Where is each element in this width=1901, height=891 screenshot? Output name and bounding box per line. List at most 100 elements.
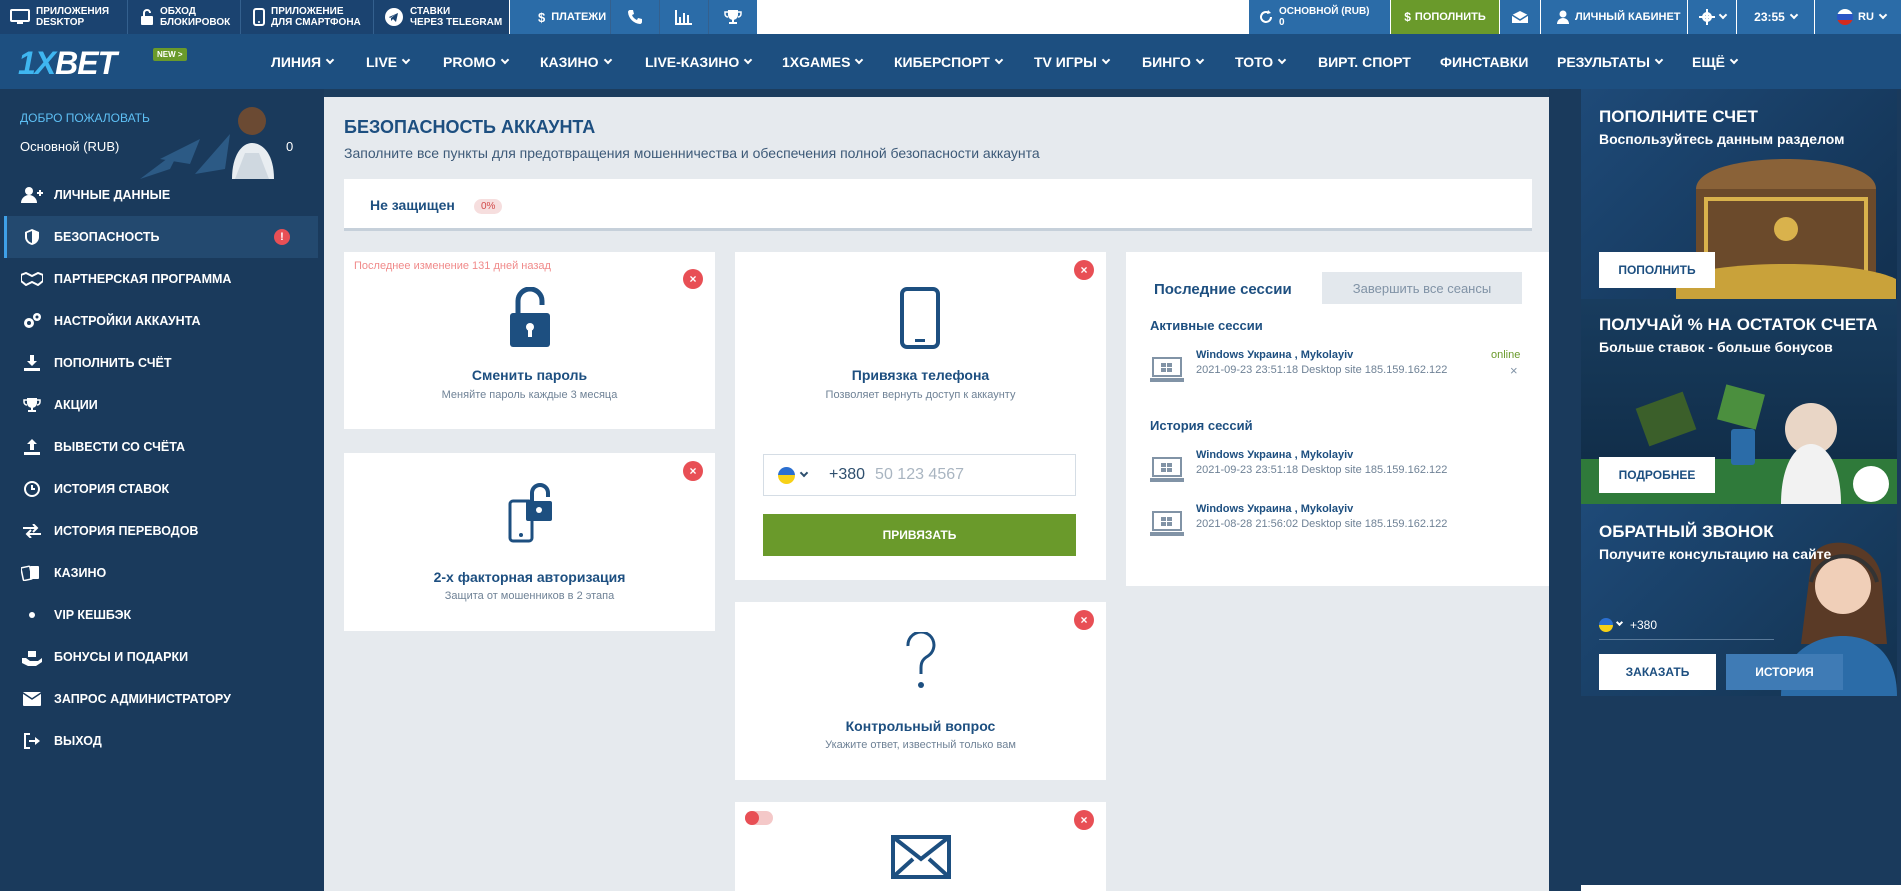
security-question-card[interactable]: × Контрольный вопрос Укажите ответ, изве…: [735, 602, 1106, 780]
telegram-icon: [385, 8, 403, 26]
nav-line[interactable]: ЛИНИЯ: [271, 34, 335, 89]
promo-deposit-subtitle: Воспользуйтесь данным разделом: [1599, 131, 1845, 147]
nav-toto[interactable]: ТОТО: [1235, 34, 1287, 89]
nav-bingo[interactable]: БИНГО: [1142, 34, 1205, 89]
smartphone-app-link[interactable]: ПРИЛОЖЕНИЕ ДЛЯ СМАРТФОНА: [241, 0, 373, 34]
handshake-icon: [20, 270, 44, 288]
close-icon[interactable]: ×: [1074, 260, 1094, 280]
security-question-subtitle: Укажите ответ, известный только вам: [825, 739, 1016, 751]
language-selector[interactable]: RU: [1815, 0, 1901, 34]
nav-esports[interactable]: КИБЕРСПОРТ: [894, 34, 1004, 89]
logo[interactable]: 1XBET: [18, 45, 117, 82]
sidebar-item-vip-cashback[interactable]: VIP КЕШБЭК: [4, 594, 318, 636]
sidebar-item-deposit[interactable]: ПОПОЛНИТЬ СЧЁТ: [4, 342, 318, 384]
promo-deposit-button[interactable]: ПОПОЛНИТЬ: [1599, 252, 1715, 288]
bypass-link[interactable]: ОБХОД БЛОКИРОВОК: [128, 0, 240, 34]
chevron-down-icon: [325, 55, 335, 64]
close-icon[interactable]: ×: [1074, 810, 1094, 830]
end-all-sessions-button[interactable]: Завершить все сеансы: [1322, 272, 1522, 304]
close-icon[interactable]: ×: [1074, 610, 1094, 630]
sidebar-item-bet-history[interactable]: ИСТОРИЯ СТАВОК: [4, 468, 318, 510]
personal-cabinet-button[interactable]: ЛИЧНЫЙ КАБИНЕТ: [1541, 0, 1687, 34]
callback-phone-code: +380: [1630, 617, 1658, 632]
messages-button[interactable]: [1500, 0, 1540, 34]
sidebar-item-transfer-history[interactable]: ИСТОРИЯ ПЕРЕВОДОВ: [4, 510, 318, 552]
gear-icon: [1698, 9, 1715, 25]
chevron-down-icon: [1878, 10, 1888, 20]
sidebar-item-label: НАСТРОЙКИ АККАУНТА: [54, 314, 201, 328]
sidebar-item-promotions[interactable]: АКЦИИ: [4, 384, 318, 426]
sidebar-item-casino[interactable]: КАЗИНО: [4, 552, 318, 594]
desktop-app-label-1: ПРИЛОЖЕНИЯ: [36, 6, 110, 17]
callback-subtitle: Получите консультацию на сайте: [1599, 546, 1832, 562]
sidebar-item-label: ПАРТНЕРСКАЯ ПРОГРАММА: [54, 272, 232, 286]
sidebar-menu: ЛИЧНЫЕ ДАННЫЕ БЕЗОПАСНОСТЬ ! ПАРТНЕРСКАЯ…: [4, 174, 318, 762]
nav-live-casino[interactable]: LIVE-КАЗИНО: [645, 34, 753, 89]
close-session-icon[interactable]: ×: [1510, 363, 1518, 378]
user-icon: [1557, 10, 1569, 24]
trophy-icon: [20, 396, 44, 414]
nav-casino[interactable]: КАЗИНО: [540, 34, 612, 89]
nav-label: КИБЕРСПОРТ: [894, 53, 990, 70]
phone-input-group: +380: [763, 454, 1076, 496]
ukraine-flag-icon: [1599, 617, 1613, 632]
callback-history-button[interactable]: ИСТОРИЯ: [1726, 654, 1843, 690]
stats-button[interactable]: [660, 0, 708, 34]
main-nav: 1XBET NEW > ЛИНИЯ LIVE PROMO КАЗИНО LIVE…: [0, 34, 1901, 89]
chevron-down-icon: [855, 55, 864, 64]
welcome-text: ДОБРО ПОЖАЛОВАТЬ: [20, 111, 150, 125]
email-card[interactable]: ×: [735, 802, 1106, 891]
chevron-down-icon: [1654, 55, 1664, 64]
bottom-strip: [1581, 885, 1901, 891]
nav-label: LIVE: [366, 53, 398, 70]
sidebar-item-bonuses[interactable]: БОНУСЫ И ПОДАРКИ: [4, 636, 318, 678]
telegram-link[interactable]: СТАВКИ ЧЕРЕЗ TELEGRAM: [374, 0, 509, 34]
phone-input[interactable]: [875, 466, 1056, 484]
ukraine-flag-icon[interactable]: [778, 466, 795, 484]
nav-promo[interactable]: PROMO: [443, 34, 510, 89]
promo-interest-button[interactable]: ПОДРОБНЕЕ: [1599, 457, 1715, 493]
order-callback-button[interactable]: ЗАКАЗАТЬ: [1599, 654, 1716, 690]
balance-label: ОСНОВНОЙ (RUB): [1279, 6, 1370, 17]
session-history-title: История сессий: [1150, 418, 1253, 433]
nav-more[interactable]: ЕЩЁ: [1692, 34, 1739, 89]
sidebar-item-account-settings[interactable]: НАСТРОЙКИ АККАУНТА: [4, 300, 318, 342]
sidebar-item-partner[interactable]: ПАРТНЕРСКАЯ ПРОГРАММА: [4, 258, 318, 300]
email-toggle[interactable]: [745, 811, 773, 825]
dot-icon: [20, 606, 44, 624]
sidebar-item-logout[interactable]: ВЫХОД: [4, 720, 318, 762]
close-icon[interactable]: ×: [683, 269, 703, 289]
bind-phone-button[interactable]: ПРИВЯЗАТЬ: [763, 514, 1076, 556]
two-factor-card[interactable]: × 2-х факторная авторизация Защита от мо…: [344, 453, 715, 631]
close-icon[interactable]: ×: [683, 461, 703, 481]
logo-1x: 1X: [18, 45, 56, 81]
sidebar-item-personal-data[interactable]: ЛИЧНЫЕ ДАННЫЕ: [4, 174, 318, 216]
two-factor-title: 2-х факторная авторизация: [433, 569, 626, 585]
sidebar-item-security[interactable]: БЕЗОПАСНОСТЬ !: [4, 216, 318, 258]
phone-button[interactable]: [611, 0, 659, 34]
balance-widget[interactable]: ОСНОВНОЙ (RUB) 0: [1249, 0, 1390, 34]
sidebar-item-label: ИСТОРИЯ ПЕРЕВОДОВ: [54, 524, 199, 538]
trophy-button[interactable]: [709, 0, 757, 34]
sidebar-item-withdraw[interactable]: ВЫВЕСТИ СО СЧЁТА: [4, 426, 318, 468]
sidebar-item-label: ВЫВЕСТИ СО СЧЁТА: [54, 440, 186, 454]
payments-button[interactable]: $ ПЛАТЕЖИ: [510, 0, 610, 34]
nav-results[interactable]: РЕЗУЛЬТАТЫ: [1557, 34, 1664, 89]
callback-phone-input[interactable]: +380: [1599, 610, 1774, 640]
chevron-down-icon: [1101, 55, 1111, 64]
time-display[interactable]: 23:55: [1737, 0, 1814, 34]
change-password-card[interactable]: Последнее изменение 131 дней назад × Сме…: [344, 252, 715, 429]
settings-button[interactable]: [1688, 0, 1736, 34]
nav-finstavki[interactable]: ФИНСТАВКИ: [1440, 34, 1528, 89]
nav-tv-games[interactable]: TV ИГРЫ: [1034, 34, 1111, 89]
sidebar-item-admin-request[interactable]: ЗАПРОС АДМИНИСТРАТОРУ: [4, 678, 318, 720]
desktop-app-link[interactable]: ПРИЛОЖЕНИЯ DESKTOP: [0, 0, 127, 34]
nav-live[interactable]: LIVE: [366, 34, 411, 89]
nav-1xgames[interactable]: 1XGAMES: [782, 34, 864, 89]
nav-virtual-sport[interactable]: ВИРТ. СПОРТ: [1318, 34, 1411, 89]
clock-icon: [20, 480, 44, 498]
question-mark-icon: [906, 632, 936, 688]
telegram-label-2: ЧЕРЕЗ TELEGRAM: [410, 17, 503, 28]
chevron-down-icon[interactable]: [799, 468, 809, 478]
deposit-button[interactable]: $ ПОПОЛНИТЬ: [1391, 0, 1499, 34]
